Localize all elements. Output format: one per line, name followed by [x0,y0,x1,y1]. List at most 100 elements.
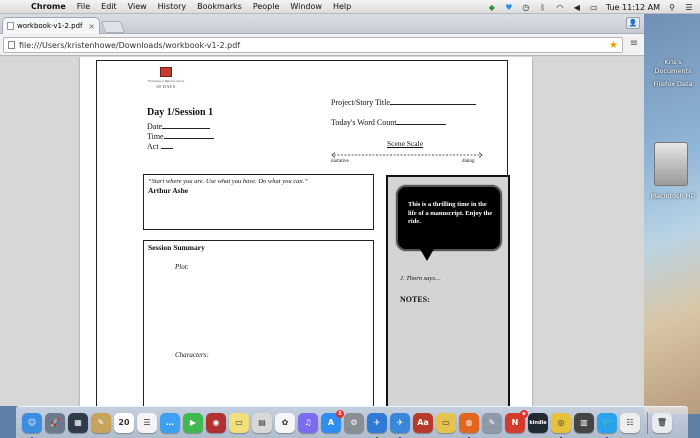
preview-icon[interactable]: ▤ [252,412,272,433]
time-field: Time [147,131,214,141]
menu-window[interactable]: Window [290,2,322,11]
menu-bookmarks[interactable]: Bookmarks [197,2,242,11]
dictionary-icon[interactable]: Aa [413,412,433,433]
new-tab-button[interactable] [100,21,126,33]
messages-icon[interactable]: … [160,412,180,433]
chrome-glyph: ◎ [557,418,565,427]
preview-glyph: ▤ [258,418,266,427]
scene-scale-label: Scene Scale [387,139,424,148]
page-frame: Finishing a Manuscript in 60 DAYS Day 1/… [96,60,510,406]
news-glyph: N [511,418,519,427]
script-editor-icon[interactable]: ✎ [482,412,502,433]
volume-icon[interactable]: ◀ [572,3,582,12]
dictionary-glyph: Aa [417,418,429,427]
session-summary-box: Session Summary Plot: Characters: [143,240,374,406]
notes-app-glyph: ✎ [97,418,105,427]
dropbox-icon[interactable]: ◆ [487,3,497,12]
itunes-glyph: ♫ [304,418,312,427]
quote-text: “Start where you are. Use what you have.… [148,178,308,185]
tab-title: workbook-v1-2.pdf [17,22,83,30]
date-field: Date [147,121,211,131]
photos-icon[interactable]: ✿ [275,412,295,433]
books-icon[interactable]: ▥ [574,412,594,433]
quote-box: “Start where you are. Use what you have.… [143,174,374,230]
desktop-item-kris[interactable]: Kris's [646,58,700,66]
menu-bar: Chrome File Edit View History Bookmarks … [0,0,700,14]
profile-icon[interactable]: 👤 [626,17,640,29]
photos-glyph: ✿ [281,418,289,427]
desktop-item-macintosh-hd[interactable]: Macintosh HD [646,192,700,200]
spotlight-icon[interactable]: ⚲ [667,3,677,12]
tab-workbook-pdf[interactable]: workbook-v1-2.pdf × [2,17,100,34]
kindle-glyph: kindle [529,419,547,426]
wunderlist-icon[interactable]: ✈ [367,412,387,438]
itunes-icon[interactable]: ♫ [298,412,318,433]
desktop: Kris's Documents Firefox Data Macintosh … [644,14,700,414]
word-count-label: Today's Word Count [331,118,397,127]
facetime-icon[interactable]: ▶ [183,412,203,433]
menu-view[interactable]: View [128,2,147,11]
menu-people[interactable]: People [253,2,280,11]
trash-icon[interactable]: 🗑 [652,412,672,433]
battery-icon[interactable]: ▭ [589,3,599,12]
reminders-icon[interactable]: ☰ [137,412,157,433]
stickies-glyph: ▭ [235,418,243,427]
notes-label: NOTES: [400,295,430,304]
session-summary-title: Session Summary [148,243,205,252]
menu-file[interactable]: File [77,2,90,11]
desktop-item-documents[interactable]: Documents [646,67,700,75]
chrome-menu-icon[interactable]: ≡ [628,39,640,50]
finder-icon[interactable]: ☺ [22,412,42,438]
logo-days: 60 DAYS [156,84,176,89]
project-title-field: Project/Story Title [331,97,476,107]
list-app-icon[interactable]: ☷ [620,412,640,433]
menu-app-name[interactable]: Chrome [31,2,66,11]
twitter-glyph: 🐦 [602,418,612,427]
stickies-icon[interactable]: ▭ [229,412,249,433]
mission-control-icon[interactable]: ▦ [68,412,88,433]
notes-app-icon[interactable]: ✎ [91,412,111,433]
launchpad-icon[interactable]: 🚀 [45,412,65,433]
news-icon[interactable]: N ⊕ [505,409,528,433]
clock[interactable]: Tue 11:12 AM [606,3,660,12]
firefox-glyph: ◍ [465,418,473,427]
finder-glyph: ☺ [27,418,37,427]
attribution: J. Thorn says… [400,275,441,282]
books-glyph: ▥ [580,418,588,427]
plot-label: Plot: [175,263,189,271]
menu-help[interactable]: Help [333,2,351,11]
desktop-item-firefox-data[interactable]: Firefox Data [646,80,700,88]
project-title-label: Project/Story Title [331,98,390,107]
menu-edit[interactable]: Edit [101,2,117,11]
twitter-icon[interactable]: ♥ [504,3,514,12]
firefox-icon[interactable]: ◍ [459,412,479,438]
menu-history[interactable]: History [158,2,186,11]
launchpad-glyph: 🚀 [50,418,60,427]
logo-tagline: Finishing a Manuscript in [147,79,185,83]
url-text[interactable]: file:///Users/kristenhowe/Downloads/work… [19,41,609,50]
address-bar[interactable]: file:///Users/kristenhowe/Downloads/work… [3,37,623,53]
system-preferences-icon[interactable]: ⚙ [344,412,364,433]
day-title: Day 1/Session 1 [147,107,214,118]
safari-like-icon[interactable]: ✈ [390,412,410,438]
wifi-icon[interactable]: ◠ [555,3,565,12]
characters-label: Characters: [175,351,209,359]
photo-booth-icon[interactable]: ◉ [206,412,226,433]
twitter-icon[interactable]: 🐦 [597,412,617,438]
date-label: Date [147,122,163,131]
pdf-viewer[interactable]: Finishing a Manuscript in 60 DAYS Day 1/… [0,57,644,406]
close-icon[interactable]: × [88,22,95,31]
hard-drive-icon[interactable] [654,142,688,186]
calendar-icon[interactable]: 20 [114,412,134,433]
app-store-icon[interactable]: A5 [321,409,344,433]
chrome-icon[interactable]: ◎ [551,412,571,438]
time-machine-icon[interactable]: ◷ [521,3,531,12]
stickies-2-icon[interactable]: ▭ [436,412,456,433]
bluetooth-icon[interactable]: ᛒ [538,3,548,12]
bookmark-star-icon[interactable]: ★ [609,40,618,51]
notification-center-icon[interactable]: ☰ [684,3,694,12]
stickies-2-glyph: ▭ [442,418,450,427]
kindle-icon[interactable]: kindle [528,412,548,433]
news-badge: ⊕ [520,409,528,418]
notes-panel: This is a thrilling time in the life of … [386,175,510,406]
